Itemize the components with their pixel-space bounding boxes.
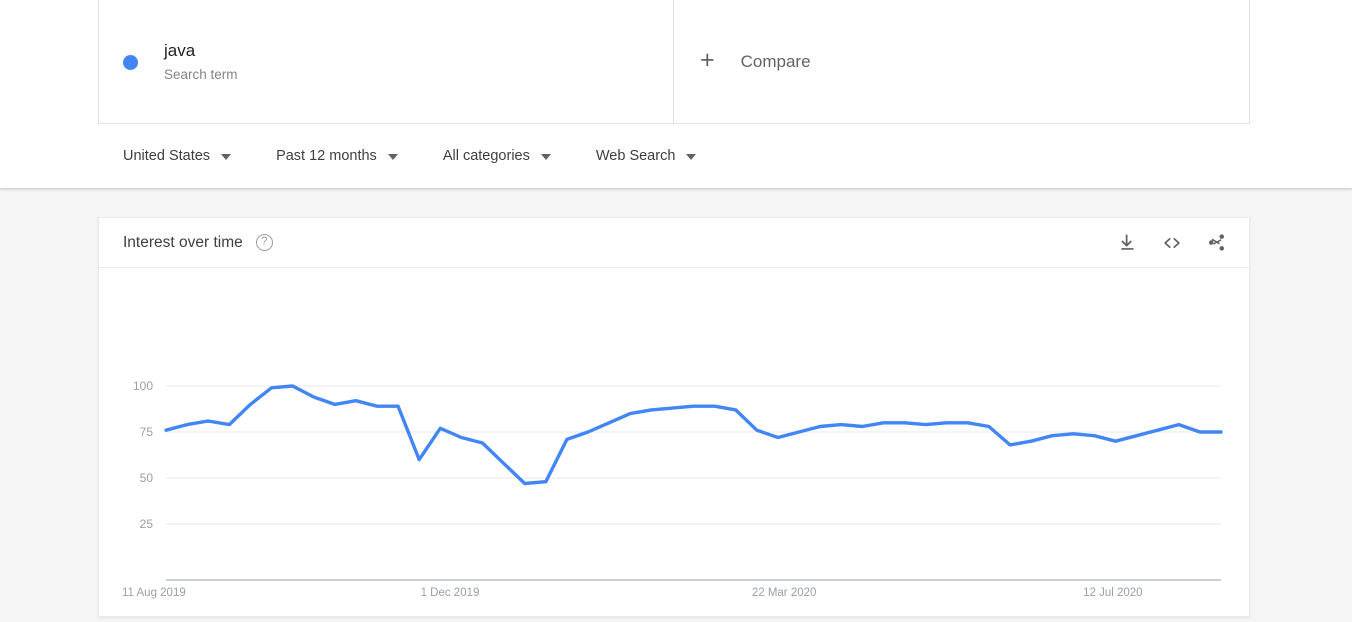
filters-bar: United States Past 12 months All categor… xyxy=(0,124,1352,188)
x-axis-tick-label: 11 Aug 2019 xyxy=(122,587,186,599)
card-actions xyxy=(1117,232,1227,254)
y-axis-tick-label: 50 xyxy=(139,471,153,485)
trend-line xyxy=(164,384,1223,486)
x-axis-tick-label: 1 Dec 2019 xyxy=(420,587,480,599)
filter-location-label: United States xyxy=(123,148,211,164)
compare-button[interactable]: + Compare xyxy=(674,0,1250,124)
filter-search-type[interactable]: Web Search xyxy=(596,148,697,164)
trends-header: java Search term + Compare United States… xyxy=(0,0,1352,188)
filter-location[interactable]: United States xyxy=(123,148,232,164)
help-icon[interactable]: ? xyxy=(255,234,273,251)
compare-label: Compare xyxy=(740,51,811,71)
terms-right-spacer xyxy=(1250,0,1352,124)
filter-category-label: All categories xyxy=(442,148,530,164)
search-term-color-dot xyxy=(123,55,138,70)
chevron-down-icon xyxy=(540,154,551,160)
interest-over-time-chart xyxy=(164,384,1223,581)
search-terms-row: java Search term + Compare xyxy=(0,0,1352,124)
search-term-name: java xyxy=(164,40,196,60)
x-axis-tick-label: 12 Jul 2020 xyxy=(1083,587,1143,599)
filter-search-type-label: Web Search xyxy=(595,148,676,164)
chevron-down-icon xyxy=(686,154,697,160)
plus-icon: + xyxy=(700,46,715,74)
card-header: Interest over time ? xyxy=(99,218,1249,268)
x-axis-tick-label: 22 Mar 2020 xyxy=(751,587,817,599)
terms-left-spacer xyxy=(0,0,98,124)
page-title: Interest over time xyxy=(123,233,243,251)
search-term-card[interactable]: java Search term xyxy=(98,0,674,124)
search-term-text: java Search term xyxy=(164,40,238,84)
y-axis-tick-label: 25 xyxy=(139,517,153,531)
y-axis-tick-label: 75 xyxy=(139,425,153,439)
download-icon[interactable] xyxy=(1117,232,1138,253)
chart-plot-area[interactable]: 25 50 75 100 11 Aug 2019 1 Dec 2019 22 Mar 20… xyxy=(99,268,1249,617)
interest-over-time-card: Interest over time ? 25 50 75 100 11 Aug… xyxy=(98,217,1250,617)
chevron-down-icon xyxy=(387,154,398,160)
search-term-type: Search term xyxy=(164,66,238,82)
embed-icon[interactable] xyxy=(1161,232,1183,254)
filter-time-range-label: Past 12 months xyxy=(276,148,377,164)
share-icon[interactable] xyxy=(1206,232,1227,253)
filter-time-range[interactable]: Past 12 months xyxy=(276,148,398,164)
filter-category[interactable]: All categories xyxy=(443,148,551,164)
chevron-down-icon xyxy=(221,154,232,160)
y-axis-tick-label: 100 xyxy=(132,379,153,393)
